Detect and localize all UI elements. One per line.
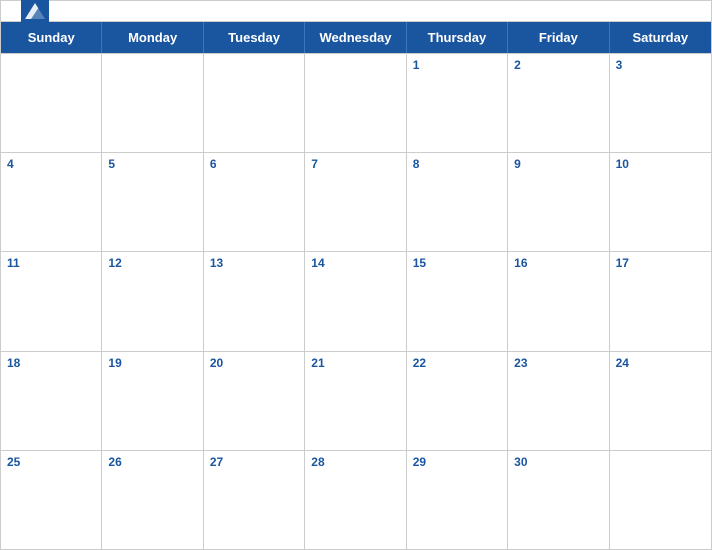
day-number: 3	[616, 58, 705, 72]
logo	[21, 0, 53, 25]
day-cell: 9	[508, 153, 609, 251]
day-number: 28	[311, 455, 399, 469]
day-number: 6	[210, 157, 298, 171]
day-cell: 20	[204, 352, 305, 450]
day-header-tuesday: Tuesday	[204, 22, 305, 53]
day-number: 2	[514, 58, 602, 72]
day-number: 5	[108, 157, 196, 171]
day-cell: 24	[610, 352, 711, 450]
day-cell: 3	[610, 54, 711, 152]
day-cell: 7	[305, 153, 406, 251]
day-cell	[204, 54, 305, 152]
calendar-grid: SundayMondayTuesdayWednesdayThursdayFrid…	[1, 21, 711, 549]
day-number: 1	[413, 58, 501, 72]
day-cell: 28	[305, 451, 406, 549]
day-cell: 5	[102, 153, 203, 251]
day-header-wednesday: Wednesday	[305, 22, 406, 53]
day-number: 12	[108, 256, 196, 270]
day-number: 22	[413, 356, 501, 370]
day-cell: 6	[204, 153, 305, 251]
day-cell: 22	[407, 352, 508, 450]
day-number: 9	[514, 157, 602, 171]
day-number: 8	[413, 157, 501, 171]
day-cell: 18	[1, 352, 102, 450]
day-header-saturday: Saturday	[610, 22, 711, 53]
day-cell	[305, 54, 406, 152]
day-number: 25	[7, 455, 95, 469]
day-number: 10	[616, 157, 705, 171]
day-number: 18	[7, 356, 95, 370]
week-row-4: 18 19 20 21 22 23 24	[1, 351, 711, 450]
day-number: 15	[413, 256, 501, 270]
day-cell: 30	[508, 451, 609, 549]
day-cell: 11	[1, 252, 102, 350]
day-cell: 26	[102, 451, 203, 549]
day-number: 27	[210, 455, 298, 469]
day-header-friday: Friday	[508, 22, 609, 53]
day-header-monday: Monday	[102, 22, 203, 53]
day-number: 30	[514, 455, 602, 469]
day-header-thursday: Thursday	[407, 22, 508, 53]
weeks-container: 1234567891011121314151617181920212223242…	[1, 53, 711, 549]
logo-icon	[21, 0, 49, 25]
day-number: 26	[108, 455, 196, 469]
week-row-3: 11 12 13 14 15 16 17	[1, 251, 711, 350]
day-cell: 12	[102, 252, 203, 350]
day-cell: 29	[407, 451, 508, 549]
day-cell: 8	[407, 153, 508, 251]
day-number: 23	[514, 356, 602, 370]
day-number: 19	[108, 356, 196, 370]
day-header-sunday: Sunday	[1, 22, 102, 53]
day-number: 16	[514, 256, 602, 270]
day-number: 24	[616, 356, 705, 370]
day-cell: 4	[1, 153, 102, 251]
day-cell	[102, 54, 203, 152]
day-number: 20	[210, 356, 298, 370]
day-number: 29	[413, 455, 501, 469]
day-number: 11	[7, 256, 95, 270]
week-row-5: 25 26 27 28 29 30	[1, 450, 711, 549]
day-cell	[1, 54, 102, 152]
day-cell: 2	[508, 54, 609, 152]
day-number: 21	[311, 356, 399, 370]
day-cell: 27	[204, 451, 305, 549]
day-number: 14	[311, 256, 399, 270]
day-number: 17	[616, 256, 705, 270]
day-cell: 10	[610, 153, 711, 251]
day-cell: 23	[508, 352, 609, 450]
day-cell: 21	[305, 352, 406, 450]
day-cell: 19	[102, 352, 203, 450]
day-cell: 13	[204, 252, 305, 350]
day-headers-row: SundayMondayTuesdayWednesdayThursdayFrid…	[1, 22, 711, 53]
day-cell: 15	[407, 252, 508, 350]
day-number: 13	[210, 256, 298, 270]
calendar-header	[1, 1, 711, 21]
day-cell: 14	[305, 252, 406, 350]
day-cell: 17	[610, 252, 711, 350]
day-cell: 1	[407, 54, 508, 152]
day-cell: 16	[508, 252, 609, 350]
week-row-1: 123	[1, 53, 711, 152]
day-cell: 25	[1, 451, 102, 549]
week-row-2: 456789 10	[1, 152, 711, 251]
day-number: 4	[7, 157, 95, 171]
day-number: 7	[311, 157, 399, 171]
calendar: SundayMondayTuesdayWednesdayThursdayFrid…	[0, 0, 712, 550]
day-cell	[610, 451, 711, 549]
